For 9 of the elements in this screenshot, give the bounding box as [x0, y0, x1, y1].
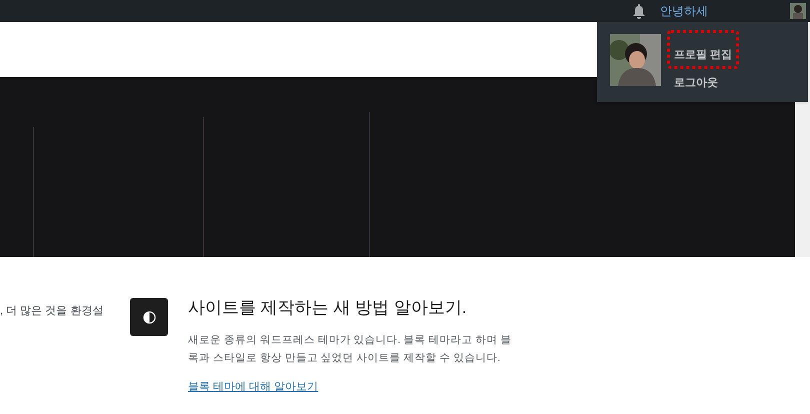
feature-description: 새로운 종류의 워드프레스 테마가 있습니다. 블록 테마라고 하며 블록과 스타일로 항상 만들고 싶었던 사이트를 제작할 수 있습니다. [188, 332, 512, 366]
learn-more-link[interactable]: 블록 테마에 대해 알아보기 [188, 378, 318, 395]
greeting-text[interactable]: 안녕하세 [660, 2, 790, 20]
description-text: , 더 많은 것을 환경설 [0, 304, 104, 319]
menu-item[interactable]: 프로필 편집 [667, 30, 740, 68]
contrast-icon [130, 298, 168, 336]
feature-title: 사이트를 제작하는 새 방법 알아보기. [188, 297, 468, 319]
menu-item[interactable]: 로그아웃 [674, 74, 718, 91]
notification-bell-icon[interactable] [632, 3, 646, 19]
